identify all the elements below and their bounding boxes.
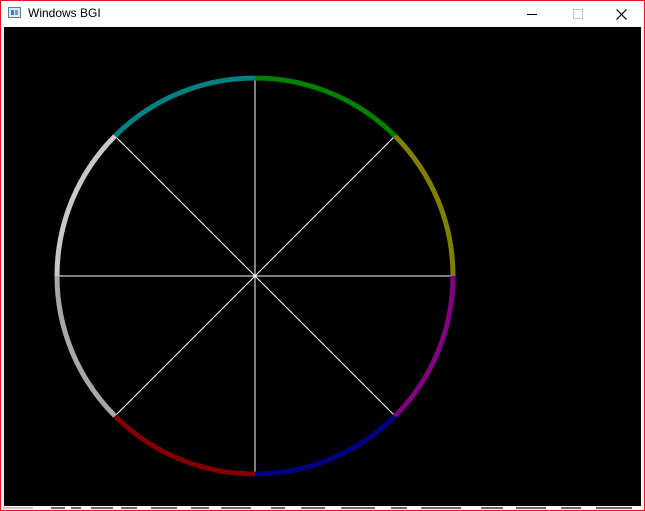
close-icon [615,8,627,20]
arc-teal [113,75,256,138]
arc-light-gray [54,134,117,277]
minimize-button[interactable] [509,1,555,27]
maximize-icon [573,9,583,19]
spoke-line-315 [254,275,396,417]
bottom-strip [1,506,644,510]
spoke-line-225 [114,275,256,417]
spoke-line-135 [114,135,256,277]
color-wheel-drawing [54,75,456,477]
bgi-window: Windows BGI [0,0,645,511]
app-window-icon[interactable] [8,7,21,18]
arc-magenta [393,275,456,418]
arc-green [254,75,397,138]
minimize-icon [527,14,537,15]
maximize-button[interactable] [555,1,601,27]
arc-olive [393,134,456,277]
arc-maroon [113,414,256,477]
close-button[interactable] [598,1,644,27]
window-title: Windows BGI [28,6,101,20]
spoke-line-45 [254,135,396,277]
arc-navy [254,414,397,477]
arc-gray [54,275,117,418]
graphics-canvas[interactable] [4,27,641,506]
title-bar[interactable]: Windows BGI [1,1,644,27]
window-right-border [641,27,644,510]
